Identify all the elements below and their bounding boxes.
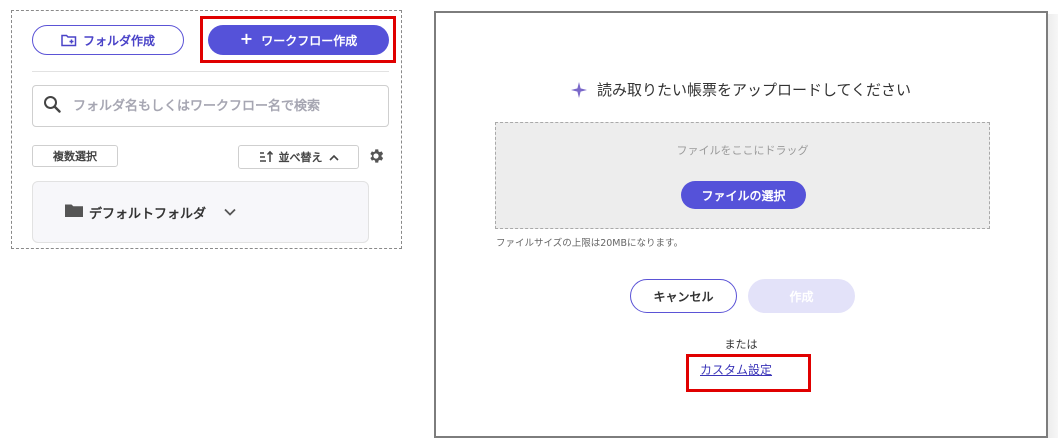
- sparkle-icon: [570, 81, 587, 98]
- folder-item[interactable]: デフォルトフォルダ: [32, 181, 369, 243]
- modal-title: 読み取りたい帳票をアップロードしてください: [436, 79, 1046, 100]
- search-box[interactable]: [32, 85, 389, 127]
- sort-label: 並べ替え: [278, 151, 323, 164]
- divider: [32, 71, 389, 72]
- upload-modal: 読み取りたい帳票をアップロードしてください ファイルをここにドラッグ ファイルの…: [434, 11, 1048, 438]
- workflow-create-label: ワークフロー作成: [261, 33, 358, 48]
- chevron-down-icon[interactable]: [224, 208, 236, 216]
- dropzone-text: ファイルをここにドラッグ: [676, 144, 809, 157]
- folder-create-label: フォルダ作成: [82, 33, 155, 48]
- folder-plus-icon: [61, 33, 77, 47]
- file-size-note: ファイルサイズの上限は20MBになります。: [496, 238, 684, 249]
- workflow-list-panel: フォルダ作成 + ワークフロー作成 複数選択 並べ替え: [11, 10, 402, 249]
- folder-name: デフォルトフォルダ: [89, 206, 207, 222]
- or-text: または: [724, 338, 758, 351]
- folder-create-button[interactable]: フォルダ作成: [32, 25, 184, 55]
- folder-icon: [65, 203, 83, 221]
- sort-icon: [259, 150, 273, 164]
- search-icon: [43, 95, 61, 117]
- gear-icon[interactable]: [367, 147, 385, 165]
- search-input[interactable]: [71, 97, 375, 115]
- plus-icon: +: [239, 29, 254, 48]
- multi-select-button[interactable]: 複数選択: [32, 145, 118, 167]
- file-select-button[interactable]: ファイルの選択: [681, 181, 806, 209]
- create-button[interactable]: 作成: [748, 279, 855, 313]
- cancel-button[interactable]: キャンセル: [630, 279, 737, 313]
- chevron-up-icon: [328, 154, 339, 161]
- modal-title-text: 読み取りたい帳票をアップロードしてください: [596, 81, 912, 99]
- sort-button[interactable]: 並べ替え: [238, 145, 359, 169]
- file-dropzone[interactable]: ファイルをここにドラッグ ファイルの選択: [495, 122, 990, 229]
- workflow-create-button[interactable]: + ワークフロー作成: [208, 25, 389, 55]
- custom-settings-link[interactable]: カスタム設定: [700, 361, 772, 378]
